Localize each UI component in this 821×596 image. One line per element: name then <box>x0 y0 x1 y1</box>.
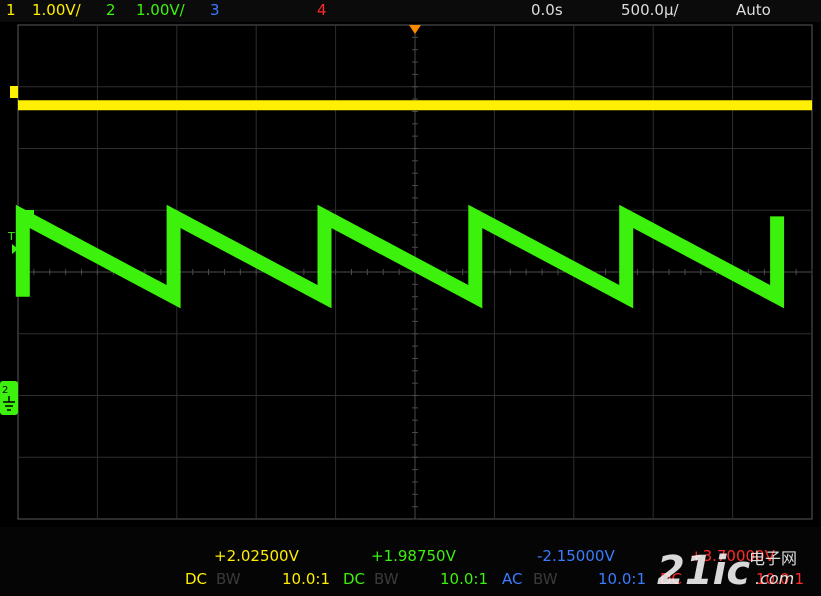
ch1-bw-limit: BW <box>216 570 241 588</box>
trigger-position-icon <box>409 25 421 34</box>
ch1-offset[interactable]: +2.02500V <box>214 547 299 565</box>
ch3-coupling: AC <box>502 570 523 588</box>
ch2-scale[interactable]: 1.00V/ <box>136 1 185 19</box>
watermark-cn: 电子网 <box>749 549 797 568</box>
ch1-number[interactable]: 1 <box>6 1 16 19</box>
ch2-ground-marker: 2 <box>2 385 8 396</box>
ch2-number[interactable]: 2 <box>106 1 116 19</box>
ch3-offset[interactable]: -2.15000V <box>537 547 615 565</box>
watermark-logo: 21ic 电子网 .com <box>657 548 797 590</box>
ch2-coupling: DC <box>343 570 366 588</box>
ch1-level-marker-icon <box>10 86 18 98</box>
ch1-scale[interactable]: 1.00V/ <box>32 1 81 19</box>
ch3-number[interactable]: 3 <box>210 1 220 19</box>
ch3-bw-limit: BW <box>533 570 558 588</box>
ch2-trace <box>15 204 785 309</box>
ch2-offset[interactable]: +1.98750V <box>371 547 456 565</box>
ground-icon[interactable]: 2 <box>0 381 18 415</box>
trigger-mode[interactable]: Auto <box>736 1 771 19</box>
ch4-number[interactable]: 4 <box>317 1 327 19</box>
ch3-probe: 10.0:1 <box>598 570 646 588</box>
scope-graticule: T 2 <box>0 24 813 520</box>
ch2-probe: 10.0:1 <box>440 570 488 588</box>
ch2-bw-limit: BW <box>374 570 399 588</box>
time-delay[interactable]: 0.0s <box>531 1 563 19</box>
trigger-level-label: T <box>7 230 15 243</box>
waveform-display[interactable]: T 2 <box>0 22 821 527</box>
top-status-bar: 1 1.00V/ 2 1.00V/ 3 4 0.0s 500.0µ/ Auto <box>0 0 821 22</box>
watermark-brand: 21ic <box>657 548 750 590</box>
ch1-coupling: DC <box>185 570 208 588</box>
channel-info-bar: +2.02500V DC BW 10.0:1 +1.98750V DC BW 1… <box>0 527 821 596</box>
time-scale[interactable]: 500.0µ/ <box>621 1 679 19</box>
ch1-probe: 10.0:1 <box>282 570 330 588</box>
watermark-domain: .com <box>755 569 794 588</box>
